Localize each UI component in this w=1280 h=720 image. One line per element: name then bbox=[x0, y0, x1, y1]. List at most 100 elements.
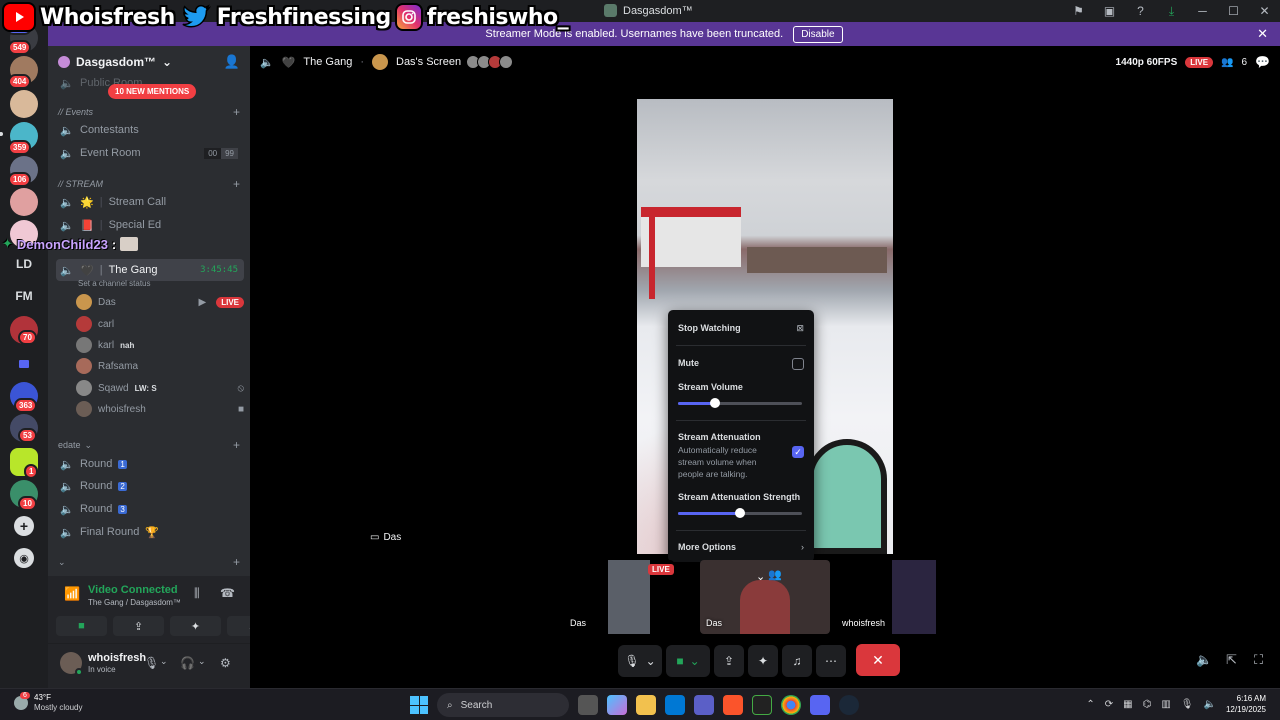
activities-button[interactable]: ✦ bbox=[170, 616, 221, 636]
tray-app-icon[interactable]: ▥ bbox=[1161, 699, 1170, 710]
taskbar-search[interactable]: ⌕ Search bbox=[437, 693, 569, 717]
voice-user[interactable]: carl bbox=[76, 314, 244, 334]
brave-icon[interactable] bbox=[723, 695, 743, 715]
voice-user[interactable]: karl nah bbox=[76, 335, 244, 355]
network-icon[interactable]: ⌬ bbox=[1143, 699, 1152, 710]
add-channel-icon[interactable]: + bbox=[233, 105, 240, 119]
channel-round-3[interactable]: 🔈 Round 3 bbox=[56, 498, 244, 520]
store-icon[interactable] bbox=[665, 695, 685, 715]
server-icon[interactable]: 1 bbox=[10, 448, 39, 479]
server-text-icon[interactable]: FM bbox=[10, 282, 38, 310]
camera-button[interactable]: ■ ⌄ bbox=[666, 645, 710, 677]
settings-gear-icon[interactable]: ⚙ bbox=[220, 656, 231, 670]
disconnect-icon[interactable]: ☎ bbox=[220, 586, 235, 600]
share-screen-button[interactable]: ⇪ bbox=[714, 645, 744, 677]
viewers-icon[interactable]: 👥 bbox=[1221, 57, 1233, 68]
discover-icon[interactable]: ◉ bbox=[14, 548, 34, 568]
stream-attenuation-item[interactable]: Stream Attenuation Automatically reduce … bbox=[678, 432, 804, 480]
clock[interactable]: 6:16 AM 12/19/2025 bbox=[1226, 693, 1266, 715]
voice-status[interactable]: Video Connected bbox=[88, 584, 178, 596]
task-view-icon[interactable] bbox=[578, 695, 598, 715]
server-icon[interactable]: 70 bbox=[10, 316, 38, 345]
camera-button[interactable]: ■ bbox=[56, 616, 107, 636]
server-icon[interactable] bbox=[10, 90, 38, 118]
leave-call-button[interactable]: ✕ bbox=[856, 644, 900, 676]
more-options-item[interactable]: More Options › bbox=[678, 542, 804, 552]
voice-user[interactable]: Sqawd LW: S ⦸ bbox=[76, 378, 244, 398]
server-icon[interactable]: 404 bbox=[8, 56, 38, 89]
pop-out-icon[interactable]: ⇱ bbox=[1226, 652, 1237, 668]
headphones-icon[interactable]: 🎧 bbox=[180, 656, 195, 670]
noise-suppression-icon[interactable]: ⫼ bbox=[194, 586, 200, 601]
voice-user[interactable]: whoisfresh ■ bbox=[76, 399, 244, 419]
stream-volume-slider[interactable] bbox=[678, 398, 802, 408]
channel-special-ed[interactable]: 🔈 📕 | Special Ed bbox=[56, 214, 244, 236]
banner-close-icon[interactable]: ✕ bbox=[1257, 26, 1268, 42]
download-icon[interactable]: ⤓ bbox=[1156, 4, 1187, 19]
microphone-button[interactable]: 🎙 ⌄ bbox=[618, 645, 662, 677]
participant-tile[interactable]: LIVE Das bbox=[564, 560, 674, 634]
server-icon[interactable]: 106 bbox=[8, 156, 38, 187]
maximize-button[interactable]: ☐ bbox=[1218, 4, 1249, 18]
category-edate[interactable]: edate ⌄ + bbox=[58, 437, 240, 453]
category-stream[interactable]: // STREAM + bbox=[58, 176, 240, 192]
voice-user[interactable]: Das ▶ LIVE bbox=[76, 292, 244, 312]
voice-user[interactable]: Rafsama bbox=[76, 356, 244, 376]
fullscreen-icon[interactable]: ⛶ bbox=[1254, 652, 1263, 668]
tray-app-icon[interactable]: ⟳ bbox=[1105, 699, 1113, 710]
channel-final-round[interactable]: 🔈 Final Round 🏆 bbox=[56, 521, 244, 543]
channel-event-room[interactable]: 🔈 Event Room 00 99 bbox=[56, 142, 244, 164]
share-screen-button[interactable]: ⇪ bbox=[113, 616, 164, 636]
chevron-up-icon[interactable]: ⌃ bbox=[1086, 699, 1094, 710]
slider-handle[interactable] bbox=[735, 508, 745, 518]
stop-watching-item[interactable]: Stop Watching ⊠ bbox=[678, 323, 804, 333]
viewers-icon[interactable]: 👥 bbox=[768, 568, 782, 581]
activities-button[interactable]: ✦ bbox=[748, 645, 778, 677]
help-icon[interactable]: ? bbox=[1125, 4, 1156, 18]
user-name[interactable]: whoisfresh bbox=[88, 652, 146, 664]
channel-round-2[interactable]: 🔈 Round 2 bbox=[56, 475, 244, 497]
server-icon[interactable]: 10 bbox=[10, 480, 38, 511]
volume-icon[interactable]: 🔈 bbox=[1204, 699, 1216, 710]
invite-icon[interactable]: 👤 bbox=[224, 54, 240, 70]
server-icon[interactable]: 53 bbox=[10, 414, 38, 443]
channel-stream-call[interactable]: 🔈 🌟 | Stream Call bbox=[56, 191, 244, 213]
category-collapsed[interactable]: ⌄ + bbox=[58, 554, 240, 570]
chevron-down-icon[interactable]: ⌄ bbox=[756, 570, 765, 583]
chevron-down-icon[interactable]: ⌄ bbox=[198, 656, 206, 667]
channel-contestants[interactable]: 🔈 Contestants bbox=[56, 119, 244, 141]
microphone-icon[interactable]: 🎙 bbox=[1181, 699, 1194, 710]
chat-icon[interactable]: 💬 bbox=[1255, 55, 1270, 69]
folder-icon[interactable] bbox=[10, 350, 38, 378]
app-icon[interactable] bbox=[752, 695, 772, 715]
add-channel-icon[interactable]: + bbox=[233, 555, 240, 569]
weather-widget[interactable]: 6 43°F Mostly cloudy bbox=[14, 691, 82, 712]
soundboard-button[interactable]: ♫ bbox=[782, 645, 812, 677]
server-icon[interactable] bbox=[10, 188, 38, 216]
windows-start-icon[interactable] bbox=[410, 696, 428, 714]
channel-the-gang[interactable]: 🔈 🖤 | The Gang 3:45:45 bbox=[56, 259, 244, 281]
add-channel-icon[interactable]: + bbox=[233, 177, 240, 191]
voice-location[interactable]: The Gang / Dasgasdom™ bbox=[88, 598, 181, 607]
teams-icon[interactable] bbox=[694, 695, 714, 715]
file-explorer-icon[interactable] bbox=[636, 695, 656, 715]
mute-checkbox[interactable] bbox=[792, 358, 804, 370]
participant-tile[interactable]: whoisfresh bbox=[836, 560, 950, 634]
server-icon[interactable]: 363 bbox=[10, 382, 38, 413]
close-button[interactable]: ✕ bbox=[1249, 4, 1280, 18]
microphone-icon[interactable]: 🎙 bbox=[144, 656, 159, 670]
steam-icon[interactable] bbox=[839, 695, 859, 715]
attenuation-strength-slider[interactable] bbox=[678, 508, 802, 518]
discord-icon[interactable] bbox=[810, 695, 830, 715]
more-button[interactable]: ⋯ bbox=[816, 645, 846, 677]
chrome-icon[interactable] bbox=[781, 695, 801, 715]
disable-streamer-mode-button[interactable]: Disable bbox=[793, 25, 843, 43]
channel-round-1[interactable]: 🔈 Round 1 bbox=[56, 453, 244, 475]
minimize-button[interactable]: ─ bbox=[1187, 4, 1218, 18]
mute-item[interactable]: Mute bbox=[678, 358, 804, 370]
category-events[interactable]: // Events + bbox=[58, 104, 240, 120]
participant-tile[interactable]: ⌄ 👥 Das bbox=[700, 560, 830, 634]
new-mentions-pill[interactable]: 10 NEW MENTIONS bbox=[108, 84, 197, 99]
screen-icon[interactable]: ▣ bbox=[1094, 4, 1125, 18]
slider-handle[interactable] bbox=[710, 398, 721, 408]
